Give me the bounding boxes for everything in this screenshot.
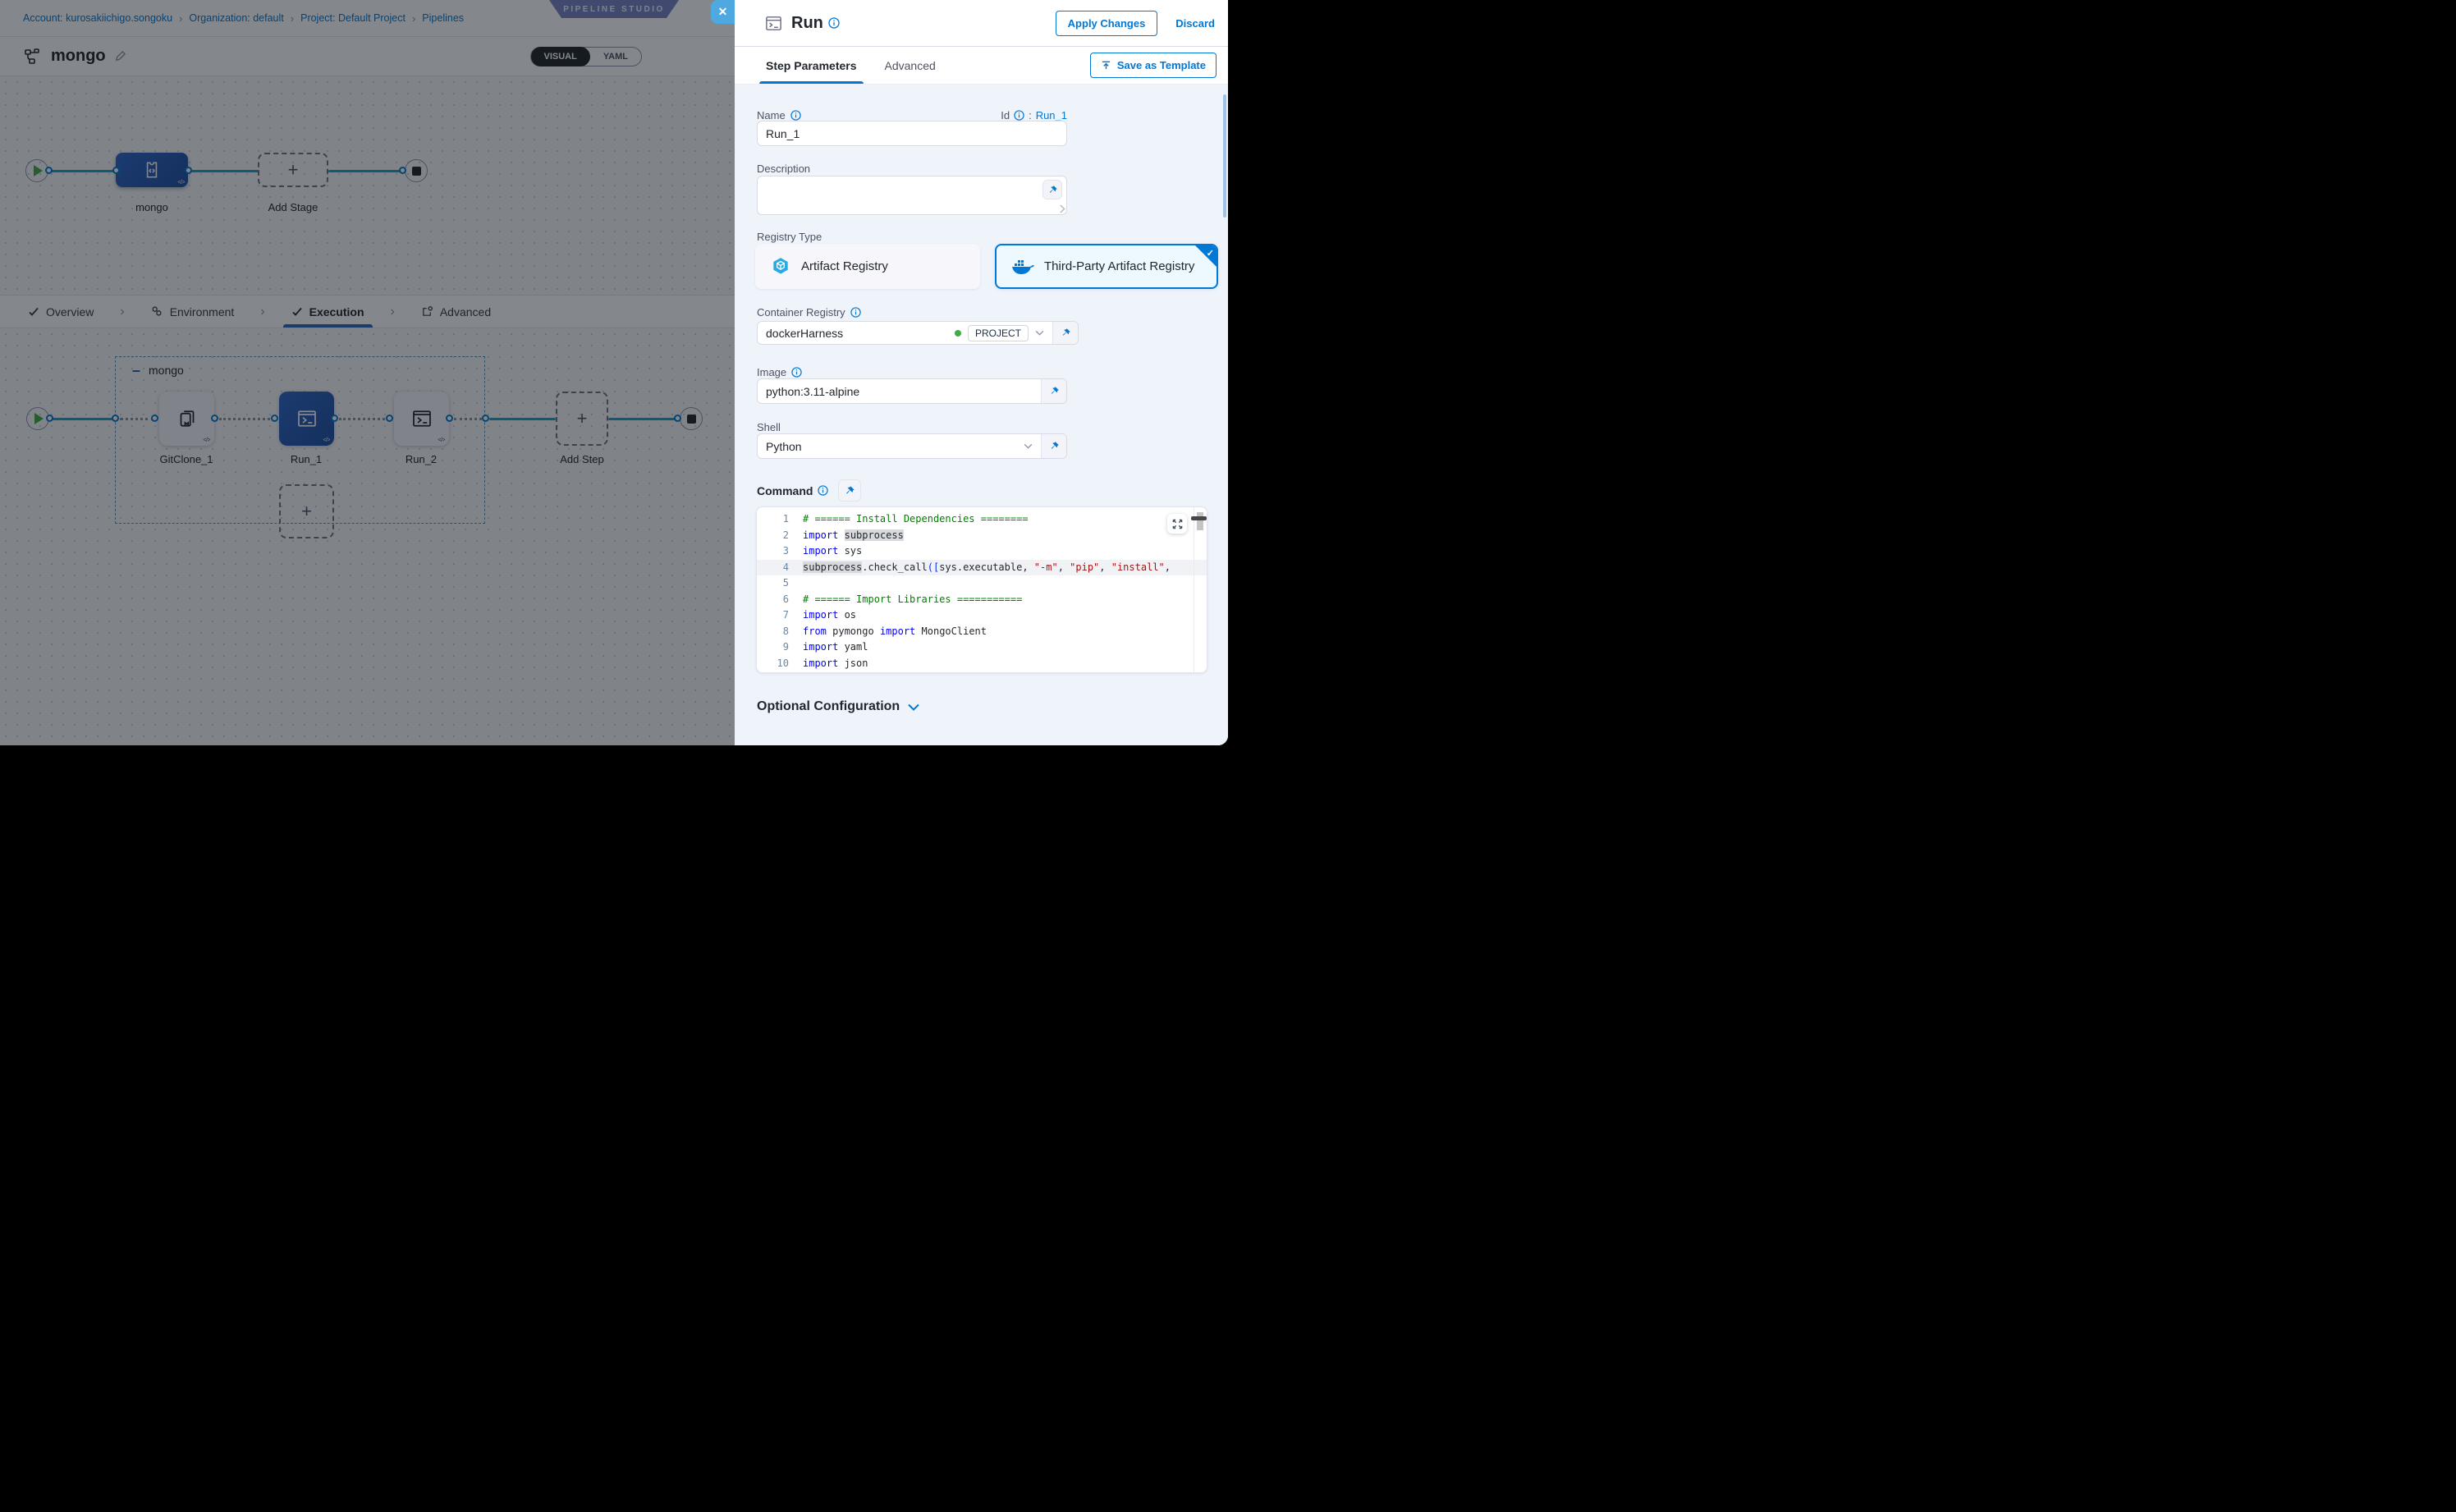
step-id: Id : Run_1 — [1001, 109, 1067, 121]
save-as-template-button[interactable]: Save as Template — [1090, 53, 1217, 78]
docker-icon — [1011, 258, 1034, 276]
optional-configuration-toggle[interactable]: Optional Configuration — [757, 699, 919, 714]
command-label-row: Command — [757, 479, 861, 502]
pin-button[interactable] — [1042, 180, 1062, 199]
info-icon[interactable] — [790, 110, 801, 121]
container-registry-label: Container Registry — [757, 306, 861, 318]
editor-overview-mark — [1191, 516, 1207, 520]
code-line[interactable]: 2import subprocess — [757, 528, 1207, 544]
image-field: python:3.11-alpine — [757, 378, 1067, 404]
pin-button[interactable] — [1041, 379, 1066, 403]
description-textarea[interactable] — [758, 176, 1066, 214]
name-input[interactable] — [757, 121, 1067, 146]
expand-editor-button[interactable] — [1167, 514, 1187, 534]
pin-button[interactable] — [1041, 434, 1066, 458]
pin-icon — [1049, 386, 1060, 396]
tab-advanced[interactable]: Advanced — [883, 47, 937, 84]
apply-changes-button[interactable]: Apply Changes — [1056, 11, 1158, 36]
step-config-drawer: Run Apply Changes Discard Step Parameter… — [735, 0, 1228, 745]
scope-badge: PROJECT — [968, 325, 1029, 341]
pin-icon — [1061, 328, 1071, 338]
drawer-header: Run Apply Changes Discard — [735, 0, 1228, 47]
command-label: Command — [757, 484, 828, 497]
chevron-down-icon[interactable] — [1024, 443, 1033, 449]
tab-step-parameters[interactable]: Step Parameters — [764, 47, 859, 84]
code-line[interactable]: 5 — [757, 575, 1207, 592]
code-line[interactable]: 8from pymongo import MongoClient — [757, 624, 1207, 640]
code-line[interactable]: 10import json — [757, 656, 1207, 672]
chevron-down-icon[interactable] — [1035, 330, 1044, 336]
shell-select[interactable]: Python — [758, 434, 1041, 458]
discard-button[interactable]: Discard — [1175, 17, 1215, 30]
name-label: Name — [757, 109, 801, 121]
pin-icon — [1047, 185, 1058, 195]
info-icon[interactable] — [1014, 110, 1024, 121]
container-registry-selector[interactable]: dockerHarness PROJECT — [758, 322, 1052, 344]
registry-type-label: Registry Type — [757, 231, 822, 243]
info-icon[interactable] — [850, 307, 861, 318]
code-line[interactable]: 1# ====== Install Dependencies ======== — [757, 511, 1207, 528]
editor-scrollbar-thumb[interactable] — [1197, 512, 1203, 530]
check-icon: ✓ — [1207, 248, 1214, 259]
expand-icon — [1172, 519, 1183, 529]
container-registry-field: dockerHarness PROJECT — [757, 321, 1079, 345]
shell-label: Shell — [757, 421, 781, 433]
description-label: Description — [757, 163, 810, 175]
modal-dim-overlay[interactable] — [0, 0, 735, 745]
info-icon[interactable] — [818, 485, 828, 496]
close-drawer-button[interactable]: ✕ — [711, 0, 735, 24]
drawer-tabs: Step Parameters Advanced Save as Templat… — [735, 47, 1228, 85]
image-input[interactable]: python:3.11-alpine — [758, 379, 1041, 403]
code-line[interactable]: 6# ====== Import Libraries =========== — [757, 592, 1207, 608]
code-line[interactable]: 4subprocess.check_call([sys.executable, … — [757, 560, 1207, 576]
command-editor[interactable]: 1# ====== Install Dependencies ========2… — [756, 506, 1207, 673]
info-icon[interactable] — [791, 367, 802, 378]
pin-icon — [1049, 441, 1060, 451]
code-line[interactable]: 7import os — [757, 607, 1207, 624]
code-line[interactable]: 3import sys — [757, 543, 1207, 560]
chevron-down-icon — [908, 703, 919, 711]
connector-status-dot — [955, 330, 961, 337]
pin-button[interactable] — [1052, 322, 1078, 344]
image-label: Image — [757, 366, 802, 378]
registry-option-third-party[interactable]: Third-Party Artifact Registry ✓ — [995, 244, 1218, 289]
panel-scrollbar[interactable] — [1223, 94, 1226, 218]
terminal-icon — [764, 14, 783, 33]
registry-option-artifact[interactable]: Artifact Registry — [755, 244, 980, 289]
pin-button[interactable] — [838, 479, 861, 502]
pin-icon — [844, 485, 855, 497]
drawer-content: Name Id : Run_1 Description Registry Typ… — [735, 85, 1228, 745]
code-line[interactable]: 9import yaml — [757, 639, 1207, 656]
drawer-title: Run — [791, 14, 823, 33]
artifact-registry-icon — [770, 256, 791, 277]
upload-icon — [1101, 60, 1111, 71]
info-icon[interactable] — [828, 17, 840, 29]
description-field — [757, 176, 1067, 215]
step-id-value: Run_1 — [1036, 109, 1067, 121]
shell-field: Python — [757, 433, 1067, 459]
command-editor-lines: 1# ====== Install Dependencies ========2… — [757, 507, 1207, 671]
